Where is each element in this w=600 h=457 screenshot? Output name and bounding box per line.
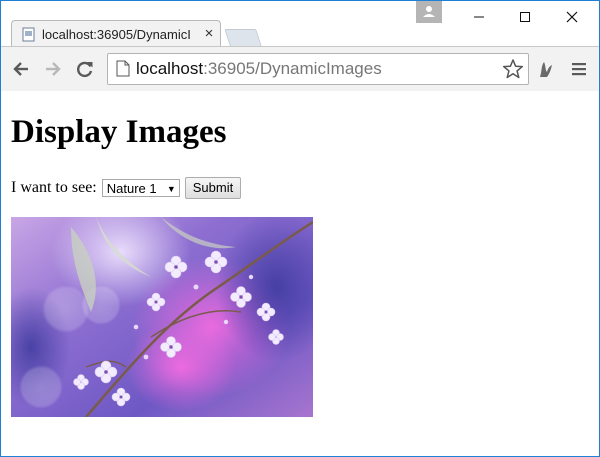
page-icon: [116, 60, 130, 77]
tab-strip: localhost:36905/DynamicI ×: [1, 1, 599, 48]
page-title: Display Images: [11, 114, 227, 150]
browser-window: localhost:36905/DynamicI × localhost:369…: [0, 0, 600, 457]
photo-image: [11, 217, 313, 417]
address-url: localhost:36905/DynamicImages: [136, 59, 382, 79]
page-favicon-icon: [22, 27, 35, 42]
profile-icon[interactable]: [416, 1, 442, 23]
bookmark-star-icon[interactable]: [502, 58, 524, 80]
menu-icon[interactable]: [567, 57, 591, 81]
address-bar[interactable]: localhost:36905/DynamicImages: [107, 53, 529, 85]
image-select[interactable]: Nature 1 ▼: [101, 179, 180, 197]
select-value: Nature 1: [106, 181, 157, 196]
back-icon[interactable]: [9, 57, 33, 81]
tab-close-icon[interactable]: ×: [202, 25, 216, 43]
close-window-icon[interactable]: [549, 1, 595, 33]
forward-icon[interactable]: [41, 57, 65, 81]
browser-toolbar: localhost:36905/DynamicImages: [1, 46, 599, 92]
tab-active[interactable]: localhost:36905/DynamicI ×: [11, 20, 221, 48]
minimize-icon[interactable]: [456, 1, 502, 33]
url-path: :36905/DynamicImages: [203, 59, 382, 78]
reload-icon[interactable]: [73, 57, 97, 81]
dropdown-arrow-icon: ▼: [166, 184, 176, 194]
extension-icon[interactable]: [534, 57, 558, 81]
url-host: localhost: [136, 59, 204, 78]
tab-title: localhost:36905/DynamicI: [42, 27, 191, 42]
maximize-icon[interactable]: [502, 1, 548, 33]
page-content: Display Images I want to see: Nature 1 ▼…: [1, 91, 599, 456]
new-tab-button[interactable]: [224, 29, 262, 46]
submit-button[interactable]: Submit: [184, 177, 242, 199]
image-form: I want to see: Nature 1 ▼ Submit: [11, 177, 242, 199]
form-label: I want to see:: [11, 179, 97, 196]
